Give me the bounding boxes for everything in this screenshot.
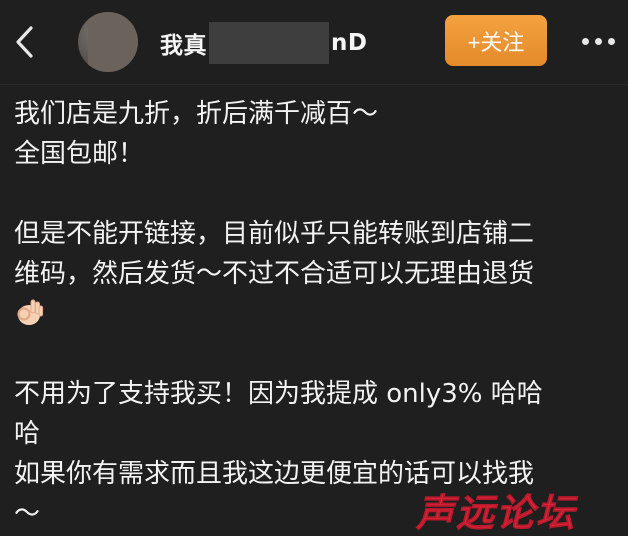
post-emoji-line: [14, 294, 620, 334]
ok-hand-emoji-icon: [17, 299, 44, 325]
avatar-mosaic: [88, 12, 138, 72]
post-line: 但是不能开链接，目前似乎只能转账到店铺二: [14, 219, 535, 249]
watermark-text: 声远论坛: [415, 491, 579, 534]
post-blank-line: [14, 334, 620, 374]
avatar[interactable]: [78, 12, 138, 72]
post-body: 我们店是九折，折后满千减百～ 全国包邮！ 但是不能开链接，目前似乎只能转账到店铺…: [14, 94, 620, 534]
header-divider: [0, 84, 628, 85]
post-line: 全国包邮！: [14, 139, 145, 169]
back-button[interactable]: [6, 20, 42, 64]
post-line: 哈: [14, 419, 41, 449]
more-dot-icon: [607, 37, 615, 45]
post-line: 维码，然后发货～不过不合适可以无理由退货: [14, 259, 535, 289]
post-blank-line: [14, 174, 620, 214]
post-line: 我们店是九折，折后满千减百～: [14, 99, 379, 129]
follow-button[interactable]: +关注: [445, 15, 547, 66]
chevron-left-icon: [16, 26, 33, 58]
post-header: 我真 nD +关注: [0, 0, 628, 84]
username-redaction: [209, 22, 329, 64]
more-dot-icon: [594, 37, 602, 45]
username-suffix: nD: [331, 30, 368, 56]
post-page: 我真 nD +关注 我们店是九折，折后满千减百～ 全国包邮！ 但是不能开链接，目…: [0, 0, 628, 536]
watermark-logo: 声远论坛: [415, 491, 579, 534]
username[interactable]: 我真 nD: [160, 22, 368, 64]
more-dot-icon: [581, 37, 589, 45]
username-prefix: 我真: [160, 33, 207, 59]
post-line: 不用为了支持我买！因为我提成 only3% 哈哈: [14, 379, 543, 409]
more-options-button[interactable]: [574, 24, 622, 58]
